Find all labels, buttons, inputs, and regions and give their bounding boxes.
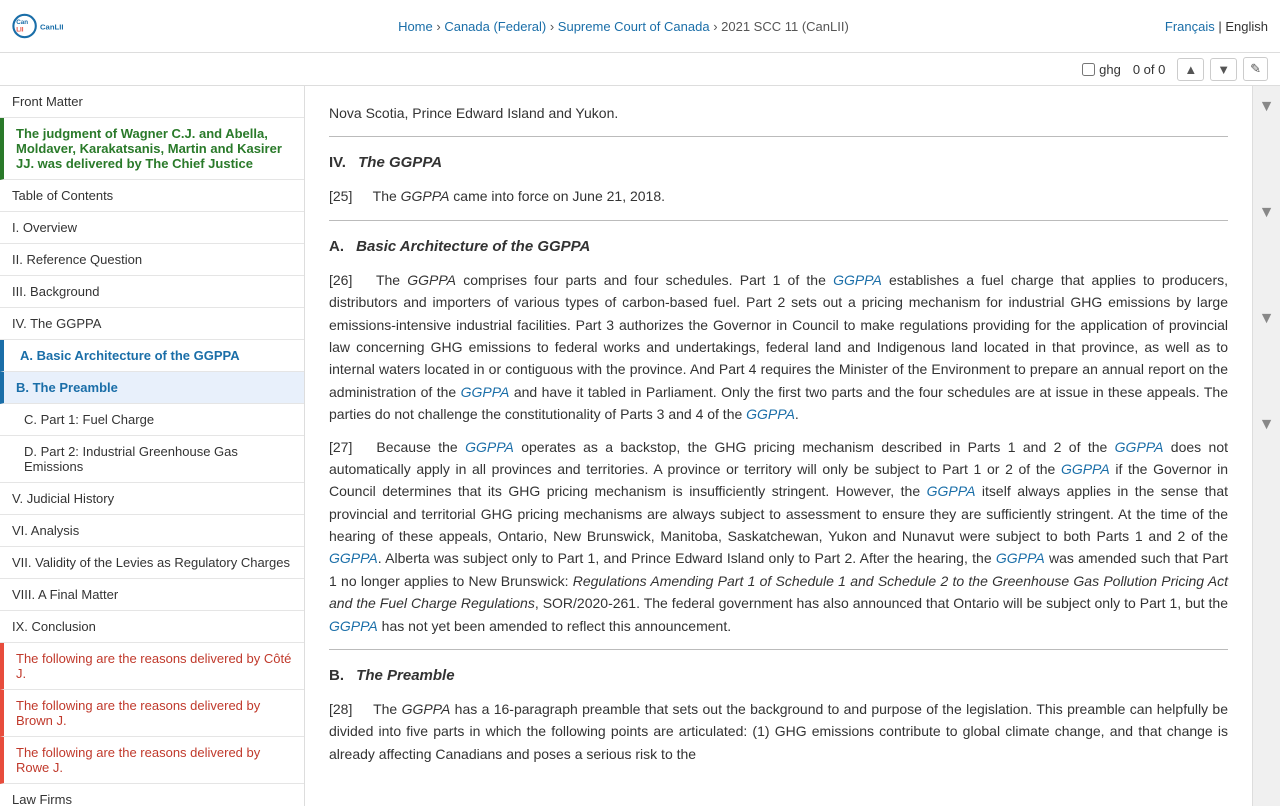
canlii-logo: Can LII CanLII (12, 6, 82, 46)
section-iv-label: IV. (329, 154, 346, 171)
sidebar: Front MatterThe judgment of Wagner C.J. … (0, 86, 305, 806)
ghg-checkbox[interactable] (1082, 63, 1095, 76)
svg-text:LII: LII (16, 27, 24, 34)
para-28-text: The GGPPA has a 16-paragraph preamble th… (329, 701, 1228, 762)
ghg-checkbox-label[interactable]: ghg (1082, 62, 1121, 77)
content-area: Nova Scotia, Prince Edward Island and Yu… (305, 86, 1252, 806)
sidebar-item-vii-validity[interactable]: VII. Validity of the Levies as Regulator… (0, 547, 304, 579)
para-27-num: [27] (329, 436, 369, 458)
link-ggppa-26a[interactable]: GGPPA (833, 272, 882, 288)
search-count: 0 of 0 (1133, 62, 1166, 77)
sidebar-item-viii-final[interactable]: VIII. A Final Matter (0, 579, 304, 611)
link-ggppa-27f[interactable]: GGPPA (996, 550, 1045, 566)
svg-text:CanLII: CanLII (40, 23, 64, 32)
section-b-heading: B. The Preamble (329, 664, 1228, 688)
top-nav: Can LII CanLII Home › Canada (Federal) ›… (0, 0, 1280, 53)
sidebar-item-i-overview[interactable]: I. Overview (0, 212, 304, 244)
sidebar-item-iv-a-basic[interactable]: A. Basic Architecture of the GGPPA (0, 340, 304, 372)
link-ggppa-27e[interactable]: GGPPA (329, 550, 378, 566)
para-25-num: [25] (329, 185, 369, 207)
link-ggppa-27a[interactable]: GGPPA (465, 439, 514, 455)
link-ggppa-27b[interactable]: GGPPA (1115, 439, 1164, 455)
section-a-heading: A. Basic Architecture of the GGPPA (329, 235, 1228, 259)
para-27-text: Because the GGPPA operates as a backstop… (329, 439, 1228, 634)
lang-french[interactable]: Français (1165, 19, 1215, 34)
sidebar-item-reasons-rowe[interactable]: The following are the reasons delivered … (0, 737, 304, 784)
section-a-title: Basic Architecture of the GGPPA (356, 238, 590, 255)
sidebar-item-iv-d-part2[interactable]: D. Part 2: Industrial Greenhouse Gas Emi… (0, 436, 304, 483)
divider-2 (329, 220, 1228, 221)
sidebar-item-iv-c-part1[interactable]: C. Part 1: Fuel Charge (0, 404, 304, 436)
lang-english: English (1225, 19, 1268, 34)
section-b-title: The Preamble (356, 667, 454, 684)
para-25: [25] The GGPPA came into force on June 2… (329, 185, 1228, 207)
edit-button[interactable]: ✎ (1243, 57, 1268, 81)
sidebar-item-ii-reference[interactable]: II. Reference Question (0, 244, 304, 276)
para-28-num: [28] (329, 698, 369, 720)
sidebar-item-vi-analysis[interactable]: VI. Analysis (0, 515, 304, 547)
link-ggppa-27g[interactable]: GGPPA (329, 618, 378, 634)
para-26-num: [26] (329, 269, 369, 291)
section-iv-title: The GGPPA (358, 154, 442, 171)
section-a-title-text: Basic Architecture of the GGPPA (356, 238, 590, 255)
right-scroll-up-4[interactable]: ▼ (1255, 412, 1279, 438)
breadcrumb: Home › Canada (Federal) › Supreme Court … (82, 19, 1165, 34)
scroll-up-button[interactable]: ▲ (1177, 58, 1204, 81)
svg-text:Can: Can (16, 19, 28, 26)
scroll-down-button[interactable]: ▼ (1210, 58, 1237, 81)
right-scroll-up-1[interactable]: ▼ (1255, 94, 1279, 120)
main-layout: Front MatterThe judgment of Wagner C.J. … (0, 86, 1280, 806)
para-28: [28] The GGPPA has a 16-paragraph preamb… (329, 698, 1228, 765)
link-ggppa-26b[interactable]: GGPPA (461, 384, 510, 400)
link-ggppa-27c[interactable]: GGPPA (1061, 461, 1110, 477)
logo-area: Can LII CanLII (12, 6, 82, 46)
right-scroll-panel: ▼ ▼ ▼ ▼ (1252, 86, 1280, 806)
right-scroll-up-2[interactable]: ▼ (1255, 200, 1279, 226)
para-25-text: The GGPPA came into force on June 21, 20… (373, 188, 665, 204)
toolbar: ghg 0 of 0 ▲ ▼ ✎ (0, 53, 1280, 86)
link-ggppa-26c[interactable]: GGPPA (746, 406, 795, 422)
link-ggppa-27d[interactable]: GGPPA (927, 483, 976, 499)
sidebar-item-reasons-cote[interactable]: The following are the reasons delivered … (0, 643, 304, 690)
sidebar-item-judgment-main[interactable]: The judgment of Wagner C.J. and Abella, … (0, 118, 304, 180)
section-b-label: B. (329, 667, 344, 684)
divider-3 (329, 649, 1228, 650)
breadcrumb-federal[interactable]: Canada (Federal) (444, 19, 546, 34)
sidebar-item-iv-b-preamble[interactable]: B. The Preamble (0, 372, 304, 404)
sidebar-items-container: Front MatterThe judgment of Wagner C.J. … (0, 86, 304, 806)
breadcrumb-court[interactable]: Supreme Court of Canada (558, 19, 710, 34)
sidebar-item-front-matter[interactable]: Front Matter (0, 86, 304, 118)
right-scroll-up-3[interactable]: ▼ (1255, 306, 1279, 332)
sidebar-item-reasons-brown[interactable]: The following are the reasons delivered … (0, 690, 304, 737)
para-26: [26] The GGPPA comprises four parts and … (329, 269, 1228, 426)
sidebar-item-toc[interactable]: Table of Contents (0, 180, 304, 212)
section-iv-heading: IV. The GGPPA (329, 151, 1228, 175)
para-26-text: The GGPPA comprises four parts and four … (329, 272, 1228, 422)
para-27: [27] Because the GGPPA operates as a bac… (329, 436, 1228, 638)
breadcrumb-case: 2021 SCC 11 (CanLII) (721, 19, 849, 34)
sidebar-item-v-judicial[interactable]: V. Judicial History (0, 483, 304, 515)
ghg-label: ghg (1099, 62, 1121, 77)
sidebar-item-iii-background[interactable]: III. Background (0, 276, 304, 308)
language-selector: Français | English (1165, 19, 1268, 34)
sidebar-item-law-firms[interactable]: Law Firms (0, 784, 304, 806)
divider-1 (329, 136, 1228, 137)
section-a-label: A. (329, 238, 344, 255)
sidebar-item-ix-conclusion[interactable]: IX. Conclusion (0, 611, 304, 643)
sidebar-item-iv-ggppa[interactable]: IV. The GGPPA (0, 308, 304, 340)
breadcrumb-home[interactable]: Home (398, 19, 433, 34)
intro-paragraph: Nova Scotia, Prince Edward Island and Yu… (329, 102, 1228, 124)
